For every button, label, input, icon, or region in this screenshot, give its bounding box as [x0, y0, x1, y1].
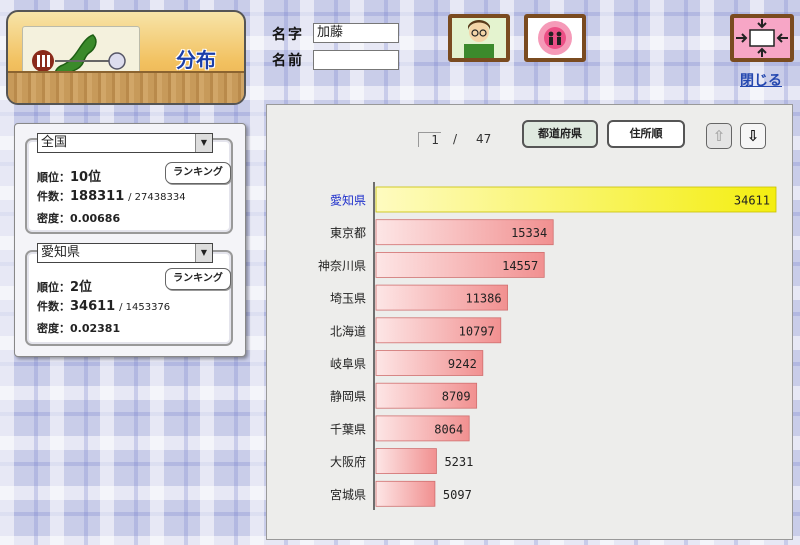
category-label[interactable]: 神奈川県 — [318, 259, 366, 273]
value-label: 5231 — [444, 455, 473, 469]
bar-chart: 愛知県 34611 東京都 15334 神奈川県 14557 埼玉県 11386 北海道 1079… — [318, 182, 777, 510]
category-label[interactable]: 東京都 — [330, 226, 366, 240]
value-label: 9242 — [448, 357, 477, 371]
category-label[interactable]: 静岡県 — [330, 390, 366, 404]
value-label: 11386 — [465, 292, 501, 306]
category-label[interactable]: 宮城県 — [330, 487, 366, 502]
value-label: 5097 — [443, 488, 472, 502]
value-label: 10797 — [459, 324, 495, 338]
bar — [375, 186, 777, 213]
category-label[interactable]: 大阪府 — [330, 454, 366, 469]
value-label: 34611 — [734, 194, 770, 208]
value-label: 8064 — [434, 422, 463, 436]
value-label: 14557 — [502, 259, 538, 273]
category-label[interactable]: 千葉県 — [330, 422, 366, 436]
bar — [375, 480, 436, 507]
category-label[interactable]: 岐阜県 — [330, 357, 366, 371]
category-label[interactable]: 北海道 — [330, 323, 366, 338]
value-label: 15334 — [511, 226, 547, 240]
category-label[interactable]: 愛知県 — [330, 194, 366, 208]
category-label[interactable]: 埼玉県 — [330, 292, 366, 306]
bar — [375, 448, 437, 475]
value-label: 8709 — [442, 390, 471, 404]
